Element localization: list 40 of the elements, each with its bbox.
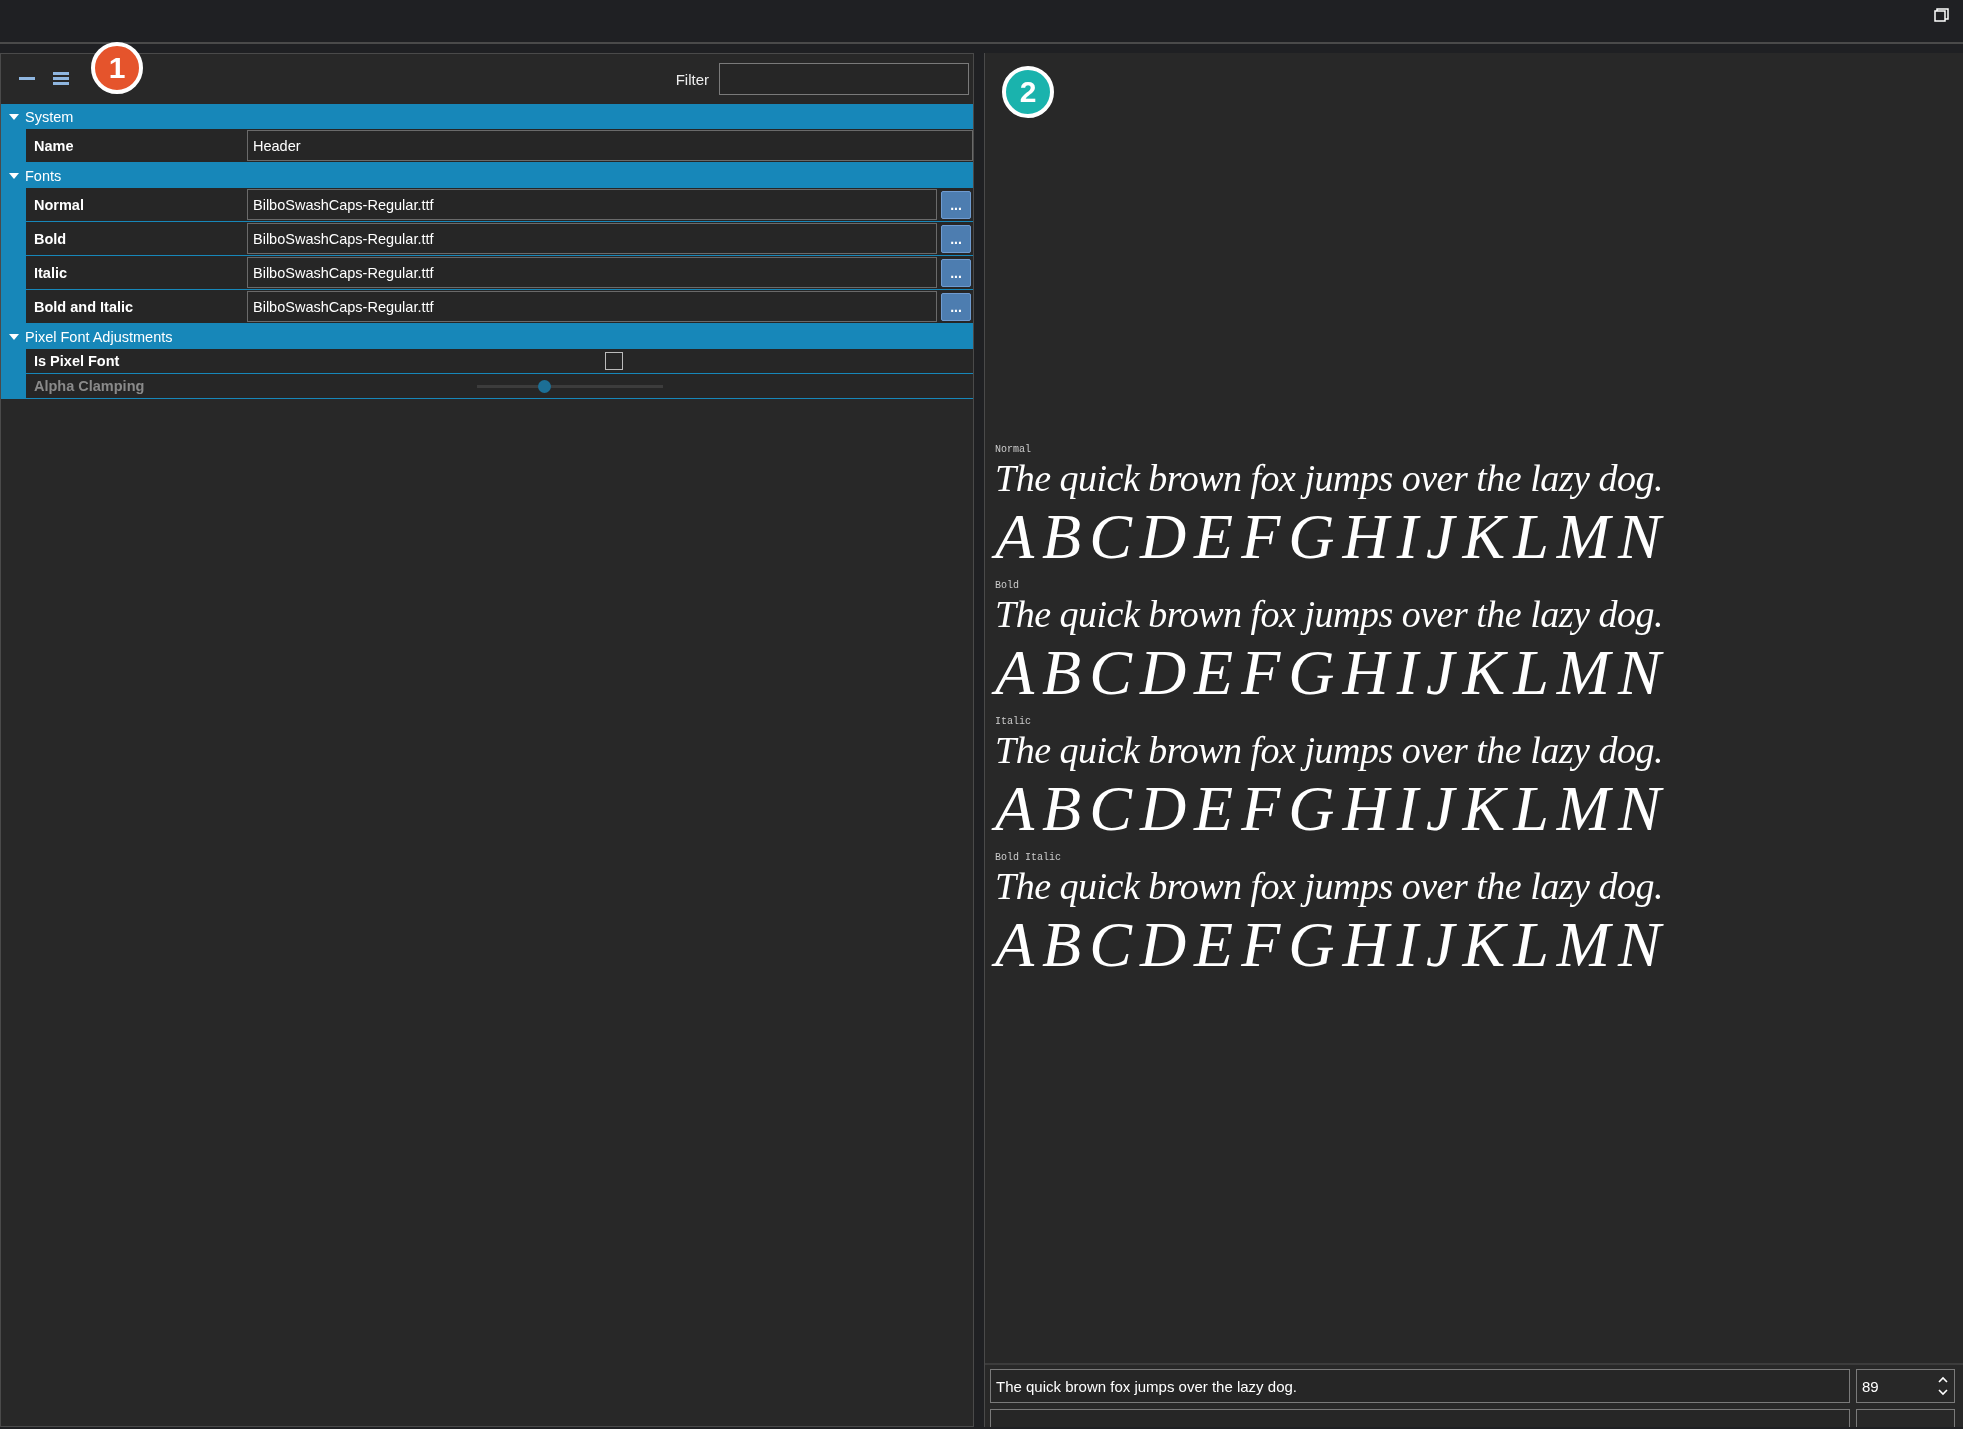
sample-text-field[interactable]: The quick brown fox jumps over the lazy dog.: [990, 1369, 1850, 1403]
sample-sentence: The quick brown fox jumps over the lazy dog.: [995, 457, 1663, 499]
step-badge: 1: [91, 42, 143, 94]
style-label: Bold: [995, 580, 1019, 591]
checkbox[interactable]: [605, 352, 623, 370]
style-label: Italic: [995, 716, 1031, 727]
expander-icon[interactable]: [9, 171, 19, 180]
style-label: Bold Italic: [995, 852, 1061, 863]
filter-field[interactable]: [719, 63, 969, 95]
text-field[interactable]: Header: [247, 130, 973, 161]
file-path-field[interactable]: BilboSwashCaps-Regular.ttf: [247, 257, 937, 288]
sample-sentence: The quick brown fox jumps over the lazy dog.: [995, 593, 1663, 635]
group-header[interactable]: Pixel Font Adjustments: [1, 324, 973, 349]
style-label: Normal: [995, 444, 1031, 455]
property-label: Bold and Italic: [33, 298, 135, 315]
group-header[interactable]: System: [1, 104, 973, 129]
sample-sentence: The quick brown fox jumps over the lazy dog.: [995, 865, 1663, 907]
expander-icon[interactable]: [9, 112, 19, 121]
file-path-field[interactable]: BilboSwashCaps-Regular.ttf: [247, 189, 937, 220]
expander-icon[interactable]: [9, 332, 19, 341]
property-label: Is Pixel Font: [33, 353, 121, 369]
group-header[interactable]: Fonts: [1, 163, 973, 188]
browse-button[interactable]: ...: [941, 258, 971, 287]
property-label: Name: [33, 137, 75, 154]
browse-button[interactable]: ...: [941, 224, 971, 253]
restore-icon[interactable]: [1934, 8, 1949, 22]
size-spinner[interactable]: 89: [1856, 1369, 1955, 1403]
minus-icon[interactable]: [19, 77, 35, 81]
sample-sentence: The quick brown fox jumps over the lazy dog.: [995, 729, 1663, 771]
property-label: Italic: [33, 264, 69, 281]
browse-button[interactable]: ...: [941, 292, 971, 321]
property-label: Normal: [33, 196, 85, 213]
filter-label: Filter: [675, 70, 709, 88]
property-label: Bold: [33, 230, 68, 247]
browse-button[interactable]: ...: [941, 190, 971, 219]
file-path-field[interactable]: BilboSwashCaps-Regular.ttf: [247, 223, 937, 254]
file-path-field[interactable]: BilboSwashCaps-Regular.ttf: [247, 291, 937, 322]
step-badge: 2: [1002, 66, 1054, 118]
property-label: Alpha Clamping: [33, 378, 146, 394]
spin-arrows-icon[interactable]: [1938, 1374, 1948, 1398]
